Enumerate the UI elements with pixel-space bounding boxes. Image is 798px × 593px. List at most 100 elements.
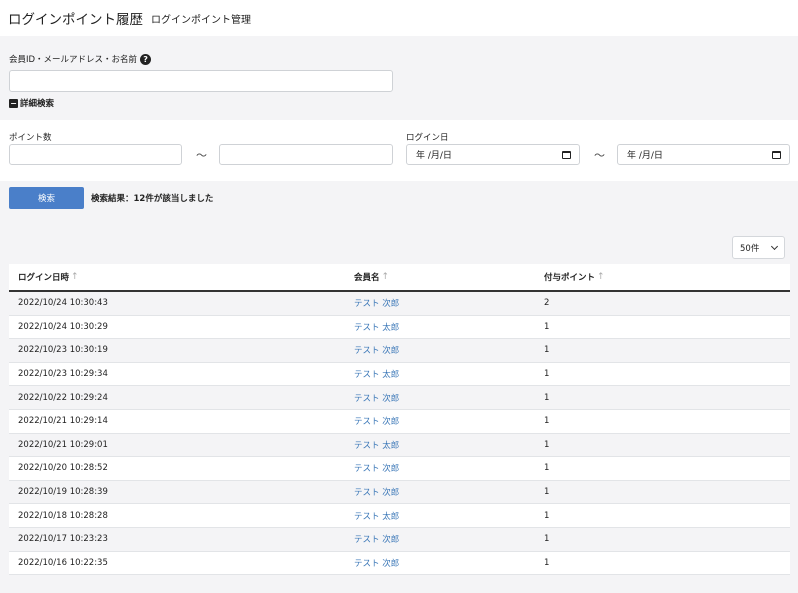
login-datetime-cell: 2022/10/19 10:28:39 xyxy=(18,487,108,498)
member-search-label-text: 会員ID・メールアドレス・お名前 xyxy=(9,55,138,65)
member-name-link-container: テスト 次郎 xyxy=(345,486,535,498)
member-name-link-container: テスト 太郎 xyxy=(345,439,535,451)
points-cell: 1 xyxy=(544,510,550,521)
points-cell: 1 xyxy=(544,439,550,450)
login-datetime-cell-container: 2022/10/22 10:29:24 xyxy=(9,393,345,403)
table-row: 2022/10/21 10:29:01 テスト 太郎 1 xyxy=(9,433,790,458)
points-cell: 1 xyxy=(544,487,550,498)
login-datetime-cell: 2022/10/23 10:30:19 xyxy=(18,345,108,356)
login-datetime-cell-container: 2022/10/23 10:30:19 xyxy=(9,345,345,355)
date-to-placeholder: 年 /月/日 xyxy=(627,151,663,161)
member-name-link-container: テスト 次郎 xyxy=(345,557,535,569)
date-from-placeholder: 年 /月/日 xyxy=(416,151,452,161)
login-datetime-cell: 2022/10/22 10:29:24 xyxy=(18,392,108,403)
member-name-link[interactable]: テスト 次郎 xyxy=(354,464,399,474)
page-subtitle: ログインポイント管理 xyxy=(151,14,251,26)
table-row: 2022/10/24 10:30:43 テスト 次郎 2 xyxy=(9,292,790,316)
per-page-select[interactable]: 50件 xyxy=(732,236,785,259)
login-date-to-input[interactable]: 年 /月/日 xyxy=(617,144,790,165)
member-name-link[interactable]: テスト 次郎 xyxy=(354,394,399,404)
advanced-search-label: 詳細検索 xyxy=(20,99,55,109)
column-header-label: 付与ポイント xyxy=(544,273,596,283)
points-cell: 2 xyxy=(544,298,550,309)
table-row: 2022/10/23 10:30:19 テスト 次郎 1 xyxy=(9,339,790,363)
member-name-link-container: テスト 次郎 xyxy=(345,297,535,309)
search-result-count: 検索結果：12件が該当しました xyxy=(91,194,214,204)
table-row: 2022/10/22 10:29:24 テスト 次郎 1 xyxy=(9,386,790,410)
member-name-link-container: テスト 太郎 xyxy=(345,368,535,380)
points-label: ポイント数 xyxy=(9,133,52,143)
sort-arrow-icon[interactable]: ↑ xyxy=(382,272,390,282)
login-datetime-cell-container: 2022/10/18 10:28:28 xyxy=(9,511,345,521)
points-cell: 1 xyxy=(544,557,550,568)
points-cell-container: 1 xyxy=(535,558,790,568)
login-datetime-cell: 2022/10/21 10:29:14 xyxy=(18,416,108,427)
page-title: ログインポイント履歴 xyxy=(8,12,143,28)
login-datetime-cell: 2022/10/17 10:23:23 xyxy=(18,534,108,545)
login-datetime-cell: 2022/10/24 10:30:29 xyxy=(18,321,108,332)
points-cell: 1 xyxy=(544,345,550,356)
member-name-link[interactable]: テスト 太郎 xyxy=(354,370,399,380)
points-to-input[interactable] xyxy=(219,144,393,165)
table-row: 2022/10/18 10:28:28 テスト 太郎 1 xyxy=(9,504,790,528)
points-cell: 1 xyxy=(544,534,550,545)
advanced-search-panel: ポイント数 〜 ログイン日 年 /月/日 〜 年 /月/日 xyxy=(0,120,798,181)
table-row: 2022/10/17 10:23:23 テスト 次郎 1 xyxy=(9,527,790,552)
calendar-icon[interactable] xyxy=(772,150,781,159)
member-name-link-container: テスト 太郎 xyxy=(345,510,535,522)
points-cell: 1 xyxy=(544,369,550,380)
member-name-link[interactable]: テスト 太郎 xyxy=(354,441,399,451)
login-datetime-cell-container: 2022/10/16 10:22:35 xyxy=(9,558,345,568)
login-date-from-input[interactable]: 年 /月/日 xyxy=(406,144,580,165)
login-datetime-cell-container: 2022/10/20 10:28:52 xyxy=(9,463,345,473)
member-name-link[interactable]: テスト 次郎 xyxy=(354,559,399,569)
column-header-points[interactable]: 付与ポイント ↑ xyxy=(535,271,790,283)
login-datetime-cell: 2022/10/20 10:28:52 xyxy=(18,463,108,474)
points-cell-container: 1 xyxy=(535,534,790,544)
member-name-link[interactable]: テスト 次郎 xyxy=(354,299,399,309)
points-cell-container: 1 xyxy=(535,487,790,497)
points-cell-container: 1 xyxy=(535,345,790,355)
help-icon[interactable]: ? xyxy=(140,53,152,65)
member-name-link[interactable]: テスト 次郎 xyxy=(354,417,399,427)
points-cell-container: 1 xyxy=(535,369,790,379)
login-datetime-cell: 2022/10/23 10:29:34 xyxy=(18,369,108,380)
member-name-link[interactable]: テスト 次郎 xyxy=(354,346,399,356)
login-datetime-cell-container: 2022/10/21 10:29:01 xyxy=(9,440,345,450)
table-row: 2022/10/16 10:22:35 テスト 次郎 1 xyxy=(9,551,790,576)
points-range-separator: 〜 xyxy=(196,149,207,162)
member-name-link[interactable]: テスト 太郎 xyxy=(354,512,399,522)
sort-arrow-icon[interactable]: ↑ xyxy=(71,272,79,282)
login-datetime-cell: 2022/10/24 10:30:43 xyxy=(18,298,108,309)
login-datetime-cell: 2022/10/21 10:29:01 xyxy=(18,439,108,450)
login-datetime-cell-container: 2022/10/17 10:23:23 xyxy=(9,534,345,544)
member-name-link-container: テスト 次郎 xyxy=(345,392,535,404)
login-datetime-cell-container: 2022/10/24 10:30:43 xyxy=(9,298,345,308)
column-header-login-datetime[interactable]: ログイン日時 ↑ xyxy=(9,271,345,283)
member-name-link-container: テスト 次郎 xyxy=(345,415,535,427)
points-cell-container: 1 xyxy=(535,416,790,426)
table-row: 2022/10/20 10:28:52 テスト 次郎 1 xyxy=(9,457,790,481)
member-search-input[interactable] xyxy=(9,70,393,92)
column-header-label: ログイン日時 xyxy=(18,273,70,283)
login-datetime-cell-container: 2022/10/23 10:29:34 xyxy=(9,369,345,379)
points-cell: 1 xyxy=(544,416,550,427)
login-datetime-cell-container: 2022/10/19 10:28:39 xyxy=(9,487,345,497)
member-name-link-container: テスト 次郎 xyxy=(345,533,535,545)
member-name-link-container: テスト 次郎 xyxy=(345,344,535,356)
member-name-link[interactable]: テスト 太郎 xyxy=(354,323,399,333)
sort-arrow-icon[interactable]: ↑ xyxy=(597,272,605,282)
search-button[interactable]: 検索 xyxy=(9,187,84,209)
points-from-input[interactable] xyxy=(9,144,182,165)
table-row: 2022/10/23 10:29:34 テスト 太郎 1 xyxy=(9,362,790,387)
calendar-icon[interactable] xyxy=(562,150,571,159)
column-header-member-name[interactable]: 会員名 ↑ xyxy=(345,271,535,283)
chevron-down-icon xyxy=(770,242,779,250)
column-header-label: 会員名 xyxy=(354,273,380,283)
table-header: ログイン日時 ↑ 会員名 ↑ 付与ポイント ↑ xyxy=(9,264,790,292)
advanced-search-toggle[interactable]: − 詳細検索 xyxy=(9,97,54,109)
points-cell-container: 1 xyxy=(535,463,790,473)
login-datetime-cell-container: 2022/10/21 10:29:14 xyxy=(9,416,345,426)
member-name-link[interactable]: テスト 次郎 xyxy=(354,535,399,545)
member-name-link[interactable]: テスト 次郎 xyxy=(354,488,399,498)
